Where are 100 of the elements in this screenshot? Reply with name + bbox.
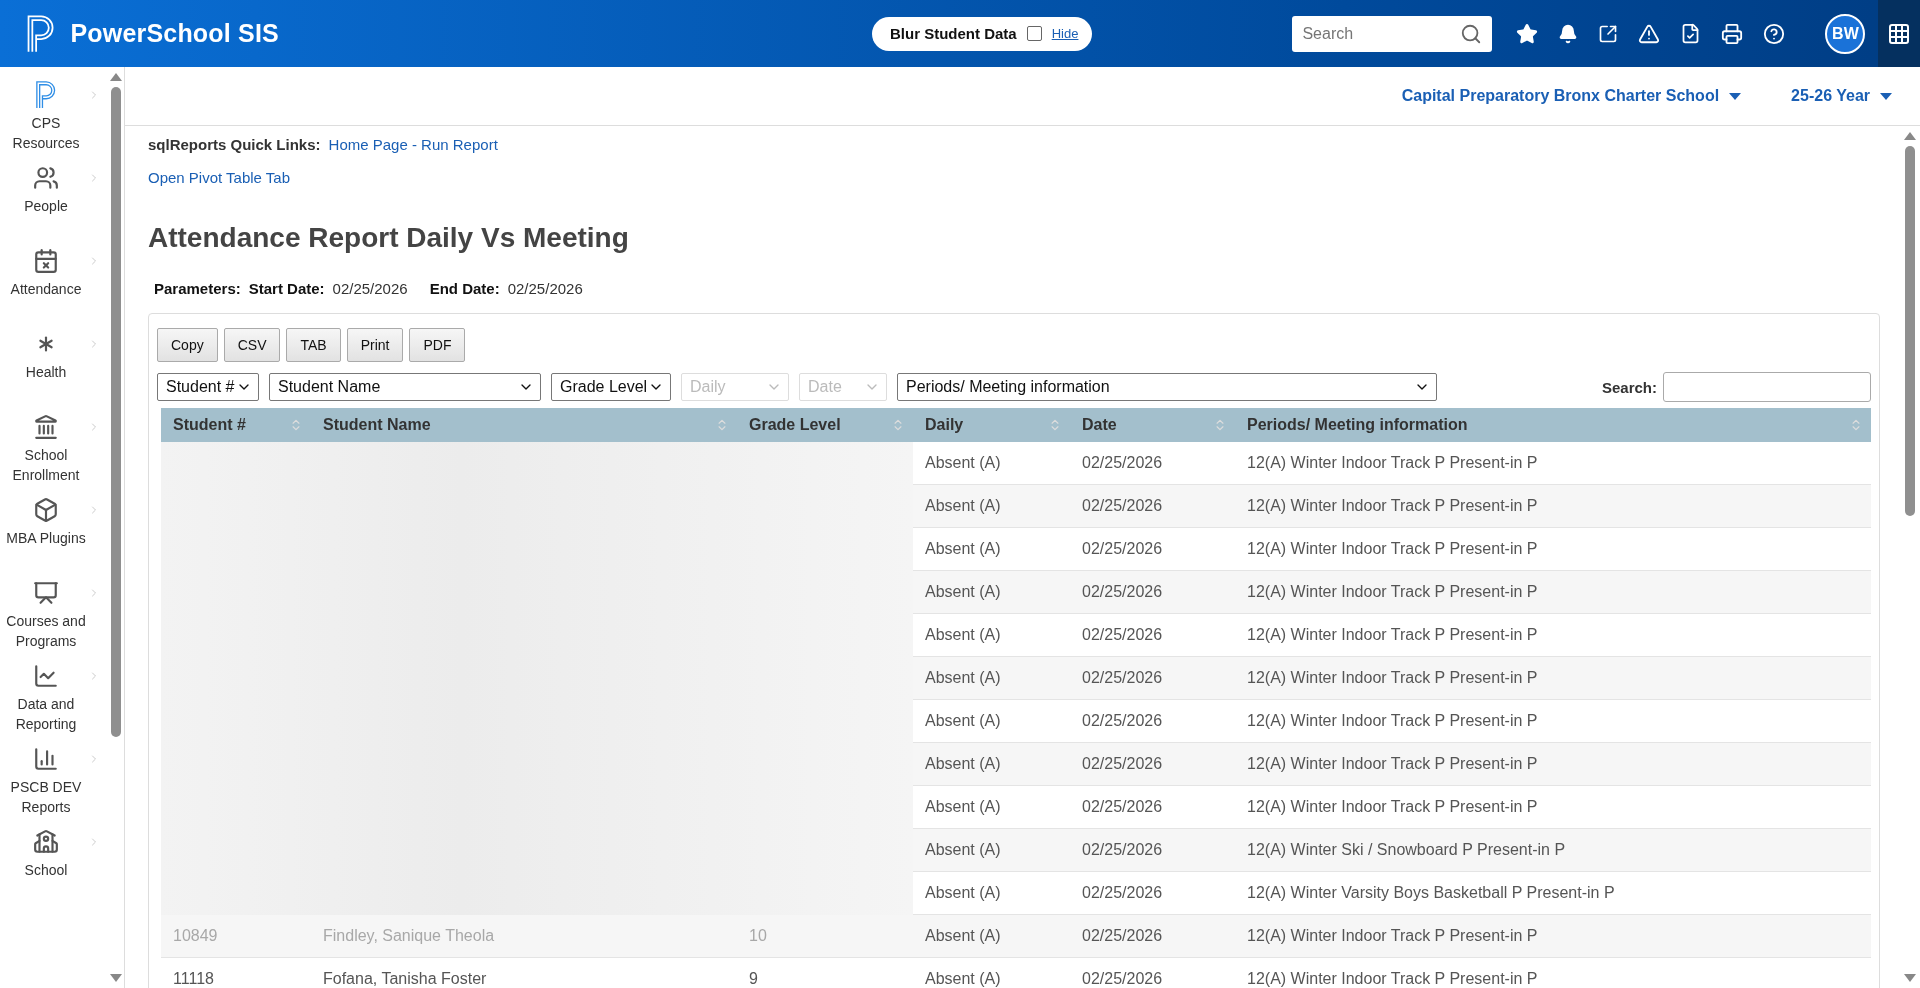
table-cell-text: 12(A) Winter Ski / Snowboard P Present-in P — [1246, 841, 1567, 859]
people-icon — [33, 165, 59, 191]
column-filter[interactable]: Periods/ Meeting information — [897, 373, 1437, 401]
table-cell-text: 02/25/2026 — [1081, 927, 1164, 945]
table-cell-text: Absent (A) — [924, 755, 1002, 773]
sidebar-item[interactable]: Health — [2, 330, 106, 413]
table-cell-text: 02/25/2026 — [1081, 626, 1164, 644]
logo-icon — [34, 81, 58, 109]
table-cell-text: 12(A) Winter Indoor Track P Present-in P — [1246, 540, 1539, 558]
sidebar-item[interactable]: PSCB DEV Reports — [2, 745, 106, 828]
table-cell-text: 02/25/2026 — [1081, 583, 1164, 601]
external-link-icon[interactable] — [1598, 23, 1619, 44]
table-cell-text: 02/25/2026 — [1081, 497, 1164, 515]
table-cell-text: 02/25/2026 — [1081, 540, 1164, 558]
table-cell-text: Absent (A) — [924, 841, 1002, 859]
column-header[interactable]: Daily — [913, 416, 1070, 434]
column-header[interactable]: Periods/ Meeting information — [1235, 416, 1871, 434]
grid-icon[interactable] — [1887, 21, 1911, 46]
export-button[interactable]: CSV — [223, 328, 281, 362]
column-header[interactable]: Grade Level — [737, 416, 913, 434]
pivot-table-link[interactable]: Open Pivot Table Tab — [148, 168, 291, 186]
table-cell-text: 9 — [748, 970, 759, 988]
table-cell-text: Absent (A) — [924, 927, 1002, 945]
table-cell-text: Absent (A) — [924, 540, 1002, 558]
table-cell-text: 10849 — [172, 927, 219, 945]
start-date-label: Start Date: — [248, 280, 325, 297]
table-cell-text: 10 — [748, 927, 768, 945]
bell-icon[interactable] — [1558, 23, 1579, 44]
table-cell-text: 12(A) Winter Indoor Track P Present-in P — [1246, 712, 1539, 730]
table-cell-text: 02/25/2026 — [1081, 755, 1164, 773]
export-button[interactable]: PDF — [409, 328, 466, 362]
column-filter[interactable]: Student Name — [269, 373, 541, 401]
table-cell-text: Absent (A) — [924, 626, 1002, 644]
blur-checkbox[interactable] — [1026, 26, 1042, 41]
app-name: PowerSchool SIS — [70, 19, 279, 48]
table-cell-text: 12(A) Winter Indoor Track P Present-in P — [1246, 669, 1539, 687]
table-cell-text: 12(A) Winter Indoor Track P Present-in P — [1246, 626, 1539, 644]
apps-button[interactable] — [1878, 0, 1920, 67]
table-cell-text: 12(A) Winter Indoor Track P Present-in P — [1246, 497, 1539, 515]
school-selector[interactable]: Capital Preparatory Bronx Charter School — [1401, 87, 1742, 105]
table-search-label: Search: — [1601, 378, 1657, 396]
quick-links-label: sqlReports Quick Links: — [148, 135, 321, 153]
table-cell-text: Absent (A) — [924, 497, 1002, 515]
table-cell-text: 12(A) Winter Indoor Track P Present-in P — [1246, 927, 1539, 945]
export-button[interactable]: Print — [346, 328, 404, 362]
table-cell-text: 12(A) Winter Varsity Boys Basketball P Present-in P — [1246, 884, 1616, 902]
search-icon[interactable] — [1460, 22, 1483, 45]
table-cell-text: 12(A) Winter Indoor Track P Present-in P — [1246, 970, 1539, 988]
box-icon — [33, 497, 59, 523]
column-header[interactable]: Date — [1070, 416, 1235, 434]
table-cell-text: Absent (A) — [924, 454, 1002, 472]
table-cell-text: Absent (A) — [924, 970, 1002, 988]
trend-chart-icon — [33, 663, 59, 689]
page-title: Attendance Report Daily Vs Meeting — [148, 222, 630, 254]
table-cell-text: Absent (A) — [924, 583, 1002, 601]
sidebar-item[interactable]: Data and Reporting — [2, 662, 106, 745]
column-header[interactable]: Student Name — [311, 416, 737, 434]
table-cell-text: 02/25/2026 — [1081, 669, 1164, 687]
star-icon[interactable] — [1516, 22, 1539, 45]
sidebar-item[interactable]: School — [2, 828, 106, 911]
hide-link[interactable]: Hide — [1051, 26, 1079, 41]
column-filter[interactable]: Student # — [157, 373, 259, 401]
table-cell-text: Absent (A) — [924, 712, 1002, 730]
export-button[interactable]: Copy — [157, 328, 218, 362]
column-header[interactable]: Student # — [161, 416, 311, 434]
table-cell-text: 12(A) Winter Indoor Track P Present-in P — [1246, 798, 1539, 816]
end-date: 02/25/2026 — [507, 280, 583, 297]
table-cell-text: 02/25/2026 — [1081, 454, 1164, 472]
table-search-field[interactable] — [1663, 372, 1871, 402]
table-cell-text: Fofana, Tanisha Foster — [322, 970, 488, 988]
sidebar-item[interactable]: Courses and Programs — [2, 579, 106, 662]
start-date: 02/25/2026 — [332, 280, 408, 297]
calendar-alert-icon — [33, 248, 59, 274]
table-cell-text: 02/25/2026 — [1081, 884, 1164, 902]
help-icon[interactable] — [1763, 22, 1786, 45]
table-cell-text: Absent (A) — [924, 798, 1002, 816]
presenter-icon — [33, 580, 59, 606]
sidebar-item[interactable]: School Enrollment — [2, 413, 106, 496]
sidebar-item[interactable]: CPS Resources — [2, 81, 106, 164]
user-avatar[interactable]: BW — [1825, 13, 1866, 54]
warning-icon[interactable] — [1638, 22, 1661, 45]
table-cell-text: 12(A) Winter Indoor Track P Present-in P — [1246, 454, 1539, 472]
table-cell-text: 11118 — [172, 970, 215, 988]
building-icon — [33, 414, 59, 440]
year-selector[interactable]: 25-26 Year — [1791, 87, 1892, 105]
sidebar-item[interactable]: Attendance — [2, 247, 106, 330]
sidebar-item[interactable]: People — [2, 164, 106, 247]
export-button[interactable]: TAB — [286, 328, 341, 362]
quick-link[interactable]: Home Page - Run Report — [328, 135, 498, 153]
table-cell-text: 12(A) Winter Indoor Track P Present-in P — [1246, 583, 1539, 601]
bar-chart-icon — [33, 746, 59, 772]
blur-label: Blur Student Data — [890, 25, 1017, 42]
printer-icon[interactable] — [1721, 22, 1744, 45]
table-cell-text: Absent (A) — [924, 669, 1002, 687]
school-icon — [33, 829, 59, 855]
search-field[interactable]: Search — [1292, 15, 1493, 52]
column-filter[interactable]: Grade Level — [551, 373, 671, 401]
table-cell-text: 02/25/2026 — [1081, 798, 1164, 816]
sidebar-item[interactable]: MBA Plugins — [2, 496, 106, 579]
table-cell-text: 12(A) Winter Indoor Track P Present-in P — [1246, 755, 1539, 773]
